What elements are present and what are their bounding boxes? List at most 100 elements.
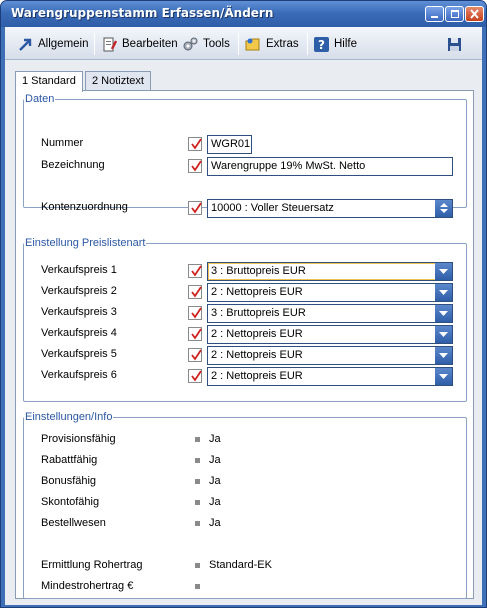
toolbar-allgemein[interactable]: Allgemein bbox=[17, 34, 89, 54]
nummer-input[interactable]: WGR01 bbox=[207, 135, 252, 154]
verkaufspreis-4-label: Verkaufspreis 4 bbox=[41, 327, 117, 339]
verkaufspreis-3-label: Verkaufspreis 3 bbox=[41, 306, 117, 318]
info-label: Ermittlung Rohertrag bbox=[41, 559, 143, 571]
bullet-marker bbox=[195, 521, 200, 526]
toolbar-tools[interactable]: Tools bbox=[182, 34, 230, 54]
nummer-required-check bbox=[188, 137, 202, 151]
svg-text:?: ? bbox=[318, 38, 325, 52]
kontenzuordnung-select[interactable]: 10000 : Voller Steuersatz bbox=[207, 199, 453, 218]
info-label: Rabattfähig bbox=[41, 454, 98, 466]
verkaufspreis-3-value: 3 : Bruttopreis EUR bbox=[211, 307, 306, 319]
checkmark-icon bbox=[191, 307, 202, 319]
chevron-down-icon bbox=[439, 311, 448, 316]
arrow-icon bbox=[17, 36, 34, 53]
verkaufspreis-2-label: Verkaufspreis 2 bbox=[41, 285, 117, 297]
spinner-button[interactable] bbox=[435, 200, 452, 217]
dropdown-button[interactable] bbox=[435, 305, 452, 322]
bezeichnung-required-check bbox=[188, 159, 202, 173]
spinner-icon bbox=[440, 203, 448, 213]
verkaufspreis-4-value: 2 : Nettopreis EUR bbox=[211, 328, 303, 340]
group-einstellungen-info-legend: Einstellungen/Info bbox=[25, 411, 113, 423]
bullet-marker bbox=[195, 437, 200, 442]
chevron-down-icon bbox=[439, 290, 448, 295]
tab-standard[interactable]: 1 Standard bbox=[15, 71, 83, 92]
tab-standard-label: 1 Standard bbox=[22, 75, 76, 87]
toolbar-separator bbox=[307, 33, 308, 55]
chevron-down-icon bbox=[439, 332, 448, 337]
verkaufspreis-4-select[interactable]: 2 : Nettopreis EUR bbox=[207, 325, 453, 344]
toolbar-allgemein-label: Allgemein bbox=[38, 38, 89, 50]
verkaufspreis-5-select[interactable]: 2 : Nettopreis EUR bbox=[207, 346, 453, 365]
dropdown-button[interactable] bbox=[435, 284, 452, 301]
bezeichnung-input[interactable]: Warengruppe 19% MwSt. Netto bbox=[207, 157, 453, 176]
toolbar-extras-label: Extras bbox=[266, 38, 299, 50]
verkaufspreis-2-value: 2 : Nettopreis EUR bbox=[211, 286, 303, 298]
verkaufspreis-6-select[interactable]: 2 : Nettopreis EUR bbox=[207, 367, 453, 386]
checkmark-icon bbox=[191, 286, 202, 298]
chevron-down-icon bbox=[439, 353, 448, 358]
toolbar-hilfe[interactable]: ? Hilfe bbox=[313, 34, 357, 54]
bullet-marker bbox=[195, 584, 200, 589]
folder-icon bbox=[245, 36, 262, 53]
group-daten-legend: Daten bbox=[25, 93, 55, 105]
kontenzuordnung-label: Kontenzuordnung bbox=[41, 201, 128, 213]
toolbar-extras[interactable]: Extras bbox=[245, 34, 299, 54]
save-button[interactable] bbox=[446, 34, 467, 54]
checkmark-icon bbox=[191, 265, 202, 277]
info-label: Bonusfähig bbox=[41, 475, 97, 487]
minimize-icon bbox=[431, 16, 438, 18]
toolbar-bearbeiten[interactable]: Bearbeiten bbox=[101, 34, 178, 54]
info-value: Ja bbox=[209, 433, 221, 445]
close-button[interactable] bbox=[465, 6, 484, 22]
verkaufspreis-4-required-check bbox=[188, 327, 202, 341]
bullet-marker bbox=[195, 479, 200, 484]
tab-notiztext-label: 2 Notiztext bbox=[92, 75, 144, 87]
toolbar-bearbeiten-label: Bearbeiten bbox=[122, 38, 178, 50]
kontenzuordnung-value: 10000 : Voller Steuersatz bbox=[211, 202, 334, 214]
title-bar[interactable]: Warengruppenstamm Erfassen/Ändern bbox=[1, 1, 486, 27]
kontenzuordnung-required-check bbox=[188, 201, 202, 215]
verkaufspreis-1-required-check bbox=[188, 264, 202, 278]
info-label: Bestellwesen bbox=[41, 517, 106, 529]
maximize-button[interactable] bbox=[445, 6, 464, 22]
toolbar-separator bbox=[238, 33, 239, 55]
maximize-icon bbox=[451, 10, 459, 18]
verkaufspreis-1-value: 3 : Bruttopreis EUR bbox=[211, 265, 306, 277]
dropdown-button[interactable] bbox=[435, 263, 452, 280]
window-client-area: Allgemein Bearbeiten Tools Extras ? Hilf… bbox=[5, 27, 482, 605]
info-value: Ja bbox=[209, 475, 221, 487]
chevron-down-icon bbox=[439, 374, 448, 379]
application-window: Warengruppenstamm Erfassen/Ändern Allgem… bbox=[0, 0, 487, 608]
verkaufspreis-5-required-check bbox=[188, 348, 202, 362]
nummer-label: Nummer bbox=[41, 137, 84, 149]
verkaufspreis-5-label: Verkaufspreis 5 bbox=[41, 348, 117, 360]
verkaufspreis-5-value: 2 : Nettopreis EUR bbox=[211, 349, 303, 361]
chevron-down-icon bbox=[439, 269, 448, 274]
toolbar-tools-label: Tools bbox=[203, 38, 230, 50]
info-value: Ja bbox=[209, 496, 221, 508]
verkaufspreis-6-label: Verkaufspreis 6 bbox=[41, 369, 117, 381]
dropdown-button[interactable] bbox=[435, 347, 452, 364]
dropdown-button[interactable] bbox=[435, 368, 452, 385]
info-value: Ja bbox=[209, 517, 221, 529]
bullet-marker bbox=[195, 563, 200, 568]
info-value: Ja bbox=[209, 454, 221, 466]
floppy-disk-icon bbox=[446, 36, 463, 53]
checkmark-icon bbox=[191, 328, 202, 340]
help-icon: ? bbox=[313, 36, 330, 53]
verkaufspreis-1-select[interactable]: 3 : Bruttopreis EUR bbox=[207, 262, 453, 281]
info-label: Mindestrohertrag € bbox=[41, 580, 134, 592]
verkaufspreis-1-label: Verkaufspreis 1 bbox=[41, 264, 117, 276]
edit-icon bbox=[101, 36, 118, 53]
dropdown-button[interactable] bbox=[435, 326, 452, 343]
minimize-button[interactable] bbox=[425, 6, 444, 22]
tab-notiztext[interactable]: 2 Notiztext bbox=[85, 71, 151, 91]
bullet-marker bbox=[195, 458, 200, 463]
verkaufspreis-2-select[interactable]: 2 : Nettopreis EUR bbox=[207, 283, 453, 302]
gears-icon bbox=[182, 36, 199, 53]
verkaufspreis-3-required-check bbox=[188, 306, 202, 320]
verkaufspreis-3-select[interactable]: 3 : Bruttopreis EUR bbox=[207, 304, 453, 323]
close-icon bbox=[470, 9, 479, 19]
checkmark-icon bbox=[191, 349, 202, 361]
verkaufspreis-2-required-check bbox=[188, 285, 202, 299]
